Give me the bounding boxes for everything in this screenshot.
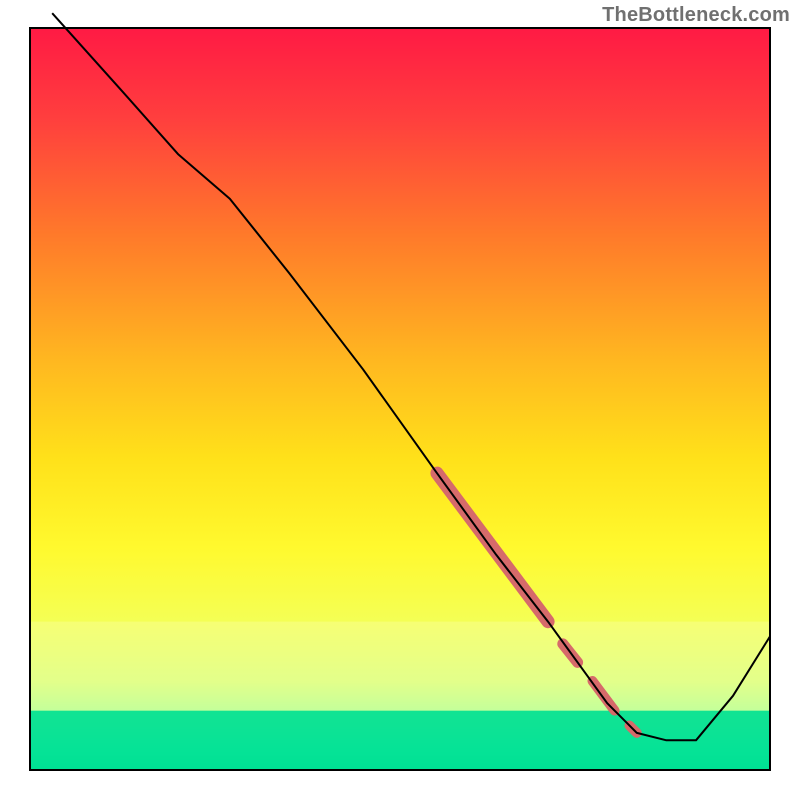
chart-container: TheBottleneck.com: [0, 0, 800, 800]
green-band: [30, 711, 770, 770]
pale-band: [30, 622, 770, 711]
plot-area: [30, 13, 770, 770]
chart-svg: [0, 0, 800, 800]
watermark-text: TheBottleneck.com: [602, 4, 790, 27]
